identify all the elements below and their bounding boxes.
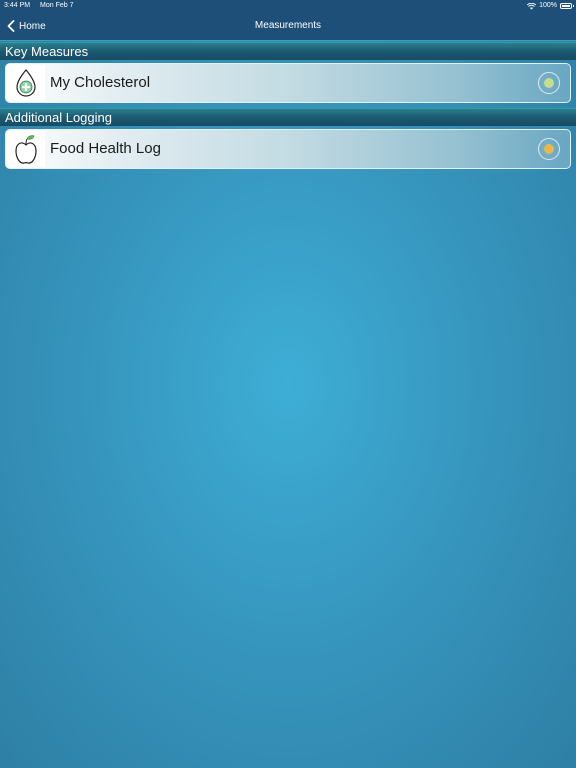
list-item-my-cholesterol[interactable]: My Cholesterol [5,63,571,103]
status-bar: 3:44 PM Mon Feb 7 100% [0,0,576,12]
chevron-left-icon [7,20,15,32]
list-item-label: My Cholesterol [50,74,151,91]
page-title: Measurements [254,20,322,31]
battery-percent: 100% [539,2,557,9]
wifi-icon [527,2,537,9]
list-item-food-health-log[interactable]: Food Health Log [5,129,571,169]
back-button-label: Home [19,20,46,32]
battery-icon [560,3,574,9]
status-date: Mon Feb 7 [40,2,74,9]
apple-icon [7,131,45,167]
status-right: 100% [527,0,574,12]
cholesterol-drop-icon [7,65,45,101]
list-item-label: Food Health Log [50,140,161,157]
status-indicator-icon [538,72,560,94]
status-time: 3:44 PM [4,2,31,9]
back-button[interactable]: Home [7,17,46,35]
status-left: 3:44 PM Mon Feb 7 [4,0,82,12]
status-indicator-icon [538,138,560,160]
section-header-additional-logging: Additional Logging [0,108,576,126]
section-header-key-measures: Key Measures [0,42,576,60]
nav-bar: Measurements Home [0,12,576,41]
